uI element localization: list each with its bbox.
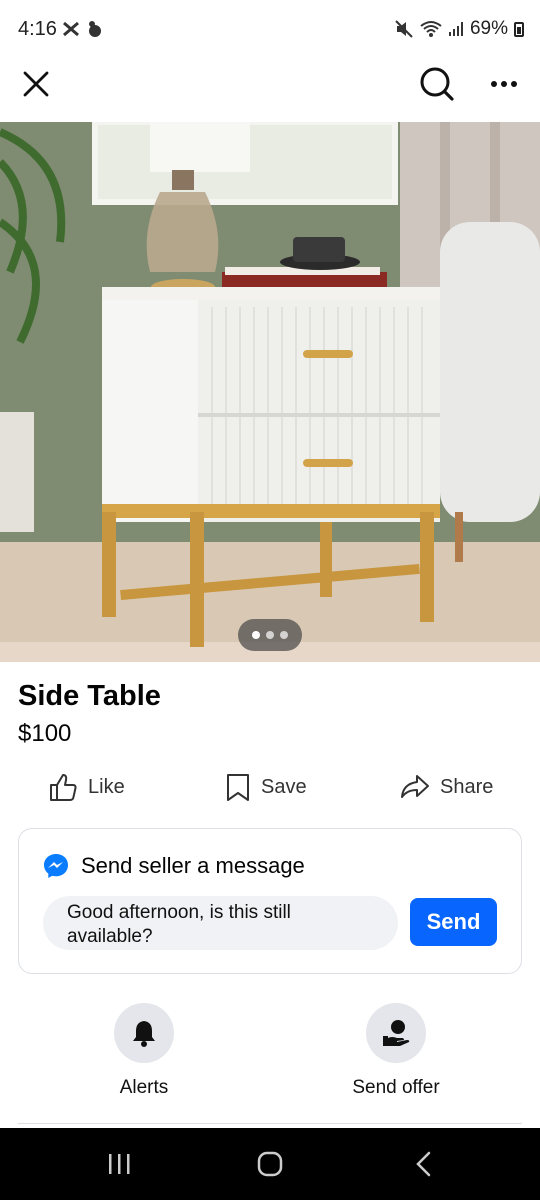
back-icon [416,1151,431,1177]
recent-apps-icon [109,1154,130,1174]
alerts-icon-circle [114,1003,174,1063]
mute-icon [395,20,413,38]
home-icon [257,1151,283,1177]
more-options-button[interactable] [482,62,526,106]
battery-icon [514,21,524,37]
like-button[interactable]: Like [48,765,125,809]
message-input[interactable]: Good afternoon, is this still available? [43,896,398,950]
alerts-button[interactable]: Alerts [64,1003,224,1099]
send-button[interactable]: Send [410,898,497,946]
battery-percent: 69% [469,18,508,39]
wifi-icon [420,21,442,37]
status-notification-icons [62,20,104,38]
product-image[interactable] [0,122,540,662]
gaming-notification-icon [63,21,79,37]
status-bar: 4:16 69% [0,0,540,60]
product-price: $100 [18,720,72,747]
pager-dot-active [252,631,260,639]
recent-apps-button[interactable] [104,1150,134,1178]
search-button[interactable] [415,62,459,106]
bell-icon [133,1021,155,1047]
close-button[interactable] [14,62,58,106]
status-right-group: 69% [394,18,524,40]
back-button[interactable] [408,1150,438,1178]
home-button[interactable] [255,1150,285,1178]
save-label: Save [261,775,307,798]
messenger-icon [44,854,68,878]
signal-icon [448,22,463,36]
like-label: Like [88,775,125,798]
send-offer-icon-circle [366,1003,426,1063]
pager-dot [280,631,288,639]
save-button[interactable]: Save [225,765,307,809]
offer-icon [383,1020,410,1046]
side-table-photo [0,122,540,662]
status-time: 4:16 [18,18,57,40]
close-icon [23,71,49,97]
send-message-card: Send seller a message Good afternoon, is… [18,828,522,974]
more-icon [491,81,517,87]
share-button[interactable]: Share [400,765,493,809]
pager-dot [266,631,274,639]
action-row: Like Save Share [0,765,540,809]
top-bar [0,60,540,122]
squirrel-notification-icon [89,21,101,37]
search-icon [420,67,454,101]
alerts-label: Alerts [119,1077,169,1098]
section-divider [18,1123,522,1124]
image-pager[interactable] [238,619,302,651]
message-header: Send seller a message [43,853,305,879]
bookmark-icon [227,774,249,801]
send-offer-label: Send offer [352,1077,440,1098]
like-icon [50,774,77,801]
send-offer-button[interactable]: Send offer [316,1003,476,1099]
product-title: Side Table [18,680,161,712]
message-header-label: Send seller a message [81,853,305,878]
system-nav-bar [0,1128,540,1200]
share-icon [401,775,429,798]
share-label: Share [440,775,494,798]
